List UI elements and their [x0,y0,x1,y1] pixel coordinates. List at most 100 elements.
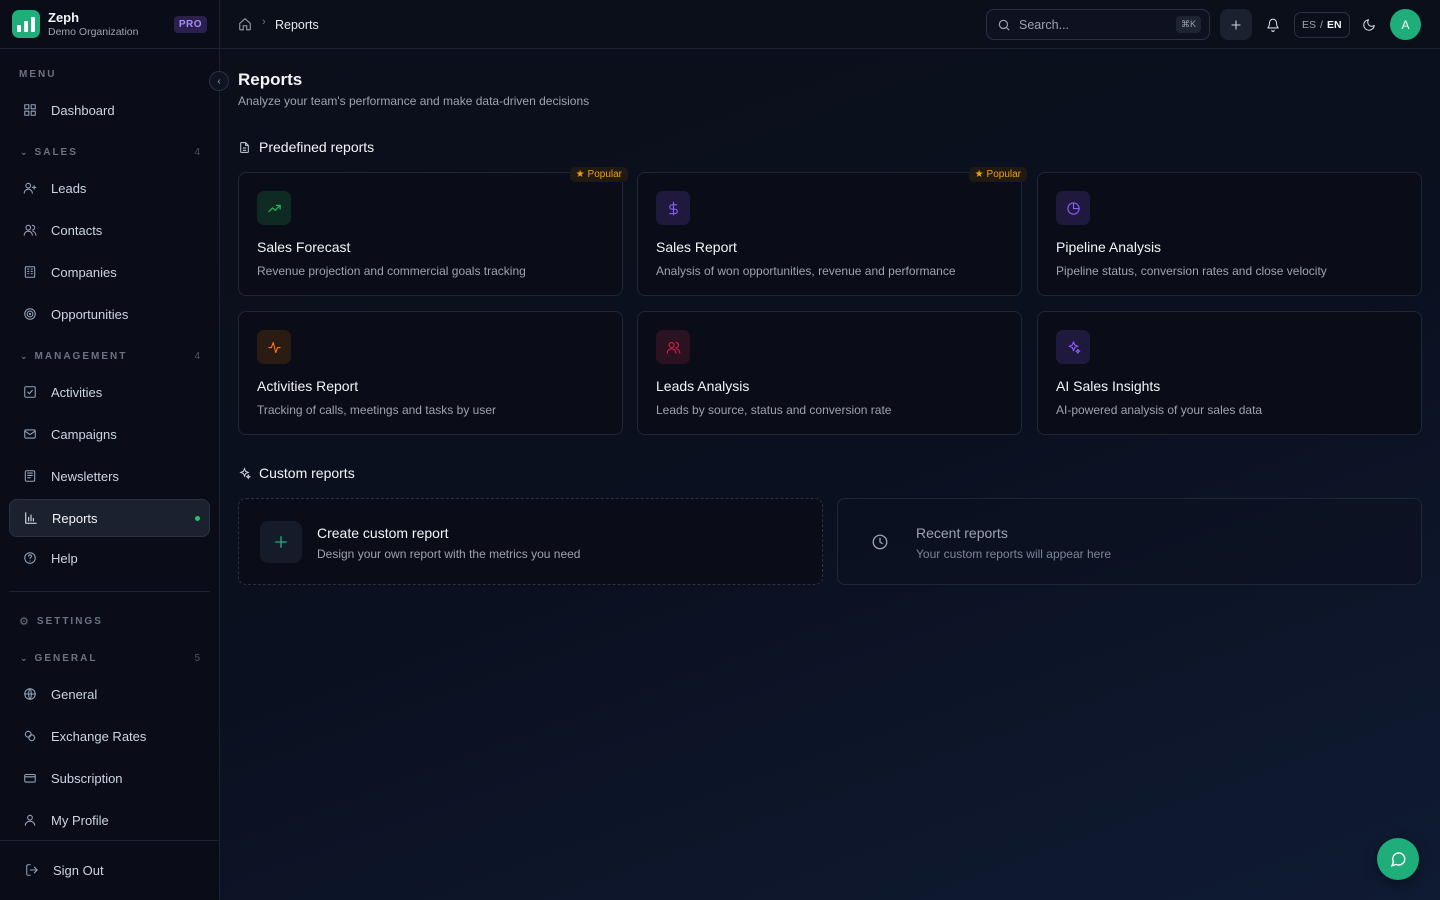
sidebar-item-exchange-rates[interactable]: Exchange Rates [9,717,210,755]
collapse-sidebar-button[interactable]: ‹ [209,71,229,91]
chat-support-button[interactable] [1377,838,1419,880]
page-subtitle: Analyze your team's performance and make… [238,94,590,108]
gear-icon: ⚙ [19,616,31,628]
breadcrumb-current: Reports [275,18,319,32]
clock-icon [859,521,901,563]
search-input[interactable]: Search... ⌘K [986,9,1210,40]
sidebar-item-label: Newsletters [51,468,119,484]
sidebar-item-companies[interactable]: Companies [9,253,210,291]
general-group-label: GENERAL [34,653,98,664]
sidebar-item-contacts[interactable]: Contacts [9,211,210,249]
breadcrumb-chevron-icon: › [262,16,266,28]
sidebar-item-dashboard[interactable]: Dashboard [9,91,210,129]
sidebar-item-label: Help [51,550,78,566]
main-content: Reports Analyze your team's performance … [220,49,1440,900]
report-card[interactable]: Activities Report Tracking of calls, meet… [238,311,623,435]
brand-name: Zeph [48,9,80,25]
globe-icon [23,687,37,701]
sidebar-item-label: Campaigns [51,426,117,442]
language-switcher[interactable]: ES / EN [1294,12,1350,38]
report-card[interactable]: Leads Analysis Leads by source, status an… [637,311,1022,435]
sparkles-icon [239,466,251,479]
sidebar-item-subscription[interactable]: Subscription [9,759,210,797]
help-circle-icon [23,551,37,565]
report-card-title: AI Sales Insights [1056,378,1161,394]
sign-out-label: Sign Out [53,862,104,878]
page-title: Reports [238,70,303,89]
user-icon [23,813,37,827]
lang-es[interactable]: ES [1302,19,1316,31]
general-group-toggle[interactable]: ⌄ GENERAL 5 [20,653,200,664]
brand-logo-icon [12,10,40,38]
sales-group-toggle[interactable]: ⌄ SALES 4 [20,147,200,158]
sidebar-item-label: Companies [51,264,117,280]
check-square-icon [23,385,37,399]
report-card[interactable]: Sales Forecast Revenue projection and com… [238,167,628,296]
popular-badge: ★ Popular [968,167,1027,182]
theme-toggle-button[interactable] [1353,9,1385,40]
report-card-desc: Pipeline status, conversion rates and cl… [1056,264,1327,278]
avatar[interactable]: A [1390,9,1421,40]
organization-name: Demo Organization [48,25,139,38]
lang-en[interactable]: EN [1327,19,1342,31]
quick-add-button[interactable] [1220,9,1252,40]
chevron-left-icon: ‹ [217,75,221,87]
plus-icon [260,521,302,563]
log-out-icon [25,863,39,877]
users-icon [656,330,690,364]
report-card-title: Sales Forecast [257,239,351,255]
dollar-icon [656,191,690,225]
report-card-title: Sales Report [656,239,737,255]
report-card[interactable]: AI Sales Insights AI-powered analysis of … [1037,311,1422,435]
sidebar-item-reports[interactable]: Reports [9,499,210,537]
sidebar-item-opportunities[interactable]: Opportunities [9,295,210,333]
recent-reports-card: Recent reports Your custom reports will … [837,498,1422,585]
popular-label: Popular [587,169,622,180]
create-custom-report-card[interactable]: Create custom report Design your own rep… [238,498,823,585]
pro-badge: PRO [173,15,207,33]
sidebar-item-general[interactable]: General [9,675,210,713]
star-icon: ★ [974,169,984,180]
report-card-title: Leads Analysis [656,378,750,394]
sparkles-icon [1056,330,1090,364]
report-card-desc: Revenue projection and commercial goals … [257,264,526,278]
sidebar-item-campaigns[interactable]: Campaigns [9,415,210,453]
file-text-icon [240,141,249,153]
search-shortcut: ⌘K [1175,16,1201,33]
sidebar-item-label: General [51,686,98,702]
sidebar-item-leads[interactable]: Leads [9,169,210,207]
general-group-count: 5 [194,653,200,664]
star-icon: ★ [575,169,585,180]
home-icon[interactable] [238,17,252,31]
predefined-reports-heading: Predefined reports [238,139,374,155]
building-icon [23,265,37,279]
sidebar-item-label: Exchange Rates [51,728,147,744]
sign-out-button[interactable]: Sign Out [9,851,210,889]
report-card[interactable]: Sales Report Analysis of won opportunitie… [637,167,1027,296]
dashboard-icon [23,103,37,117]
create-custom-report-title: Create custom report [317,525,449,541]
bell-icon [1267,18,1279,32]
report-card[interactable]: Pipeline Analysis Pipeline status, conver… [1037,172,1422,296]
sidebar-item-activities[interactable]: Activities [9,373,210,411]
sidebar-item-label: Activities [51,384,103,400]
management-group-toggle[interactable]: ⌄ MANAGEMENT 4 [20,351,200,362]
brand[interactable]: Zeph Demo Organization PRO [0,0,219,49]
chevron-down-icon: ⌄ [20,351,30,361]
custom-reports-heading: Custom reports [238,465,355,481]
notifications-button[interactable] [1257,9,1289,40]
message-circle-icon [1390,852,1406,867]
management-group-label: MANAGEMENT [34,351,128,362]
moon-icon [1363,18,1375,31]
sidebar-item-help[interactable]: Help [9,539,210,577]
sidebar-bottom-divider [0,840,219,841]
sales-group-label: SALES [34,147,78,158]
active-indicator-dot [195,515,200,521]
report-card-desc: Tracking of calls, meetings and tasks by… [257,403,496,417]
search-icon [998,19,1010,31]
sidebar-item-my-profile[interactable]: My Profile [9,801,210,839]
sidebar-item-newsletters[interactable]: Newsletters [9,457,210,495]
create-custom-report-desc: Design your own report with the metrics … [317,547,581,561]
coins-icon [23,729,37,743]
pie-chart-icon [1056,191,1090,225]
